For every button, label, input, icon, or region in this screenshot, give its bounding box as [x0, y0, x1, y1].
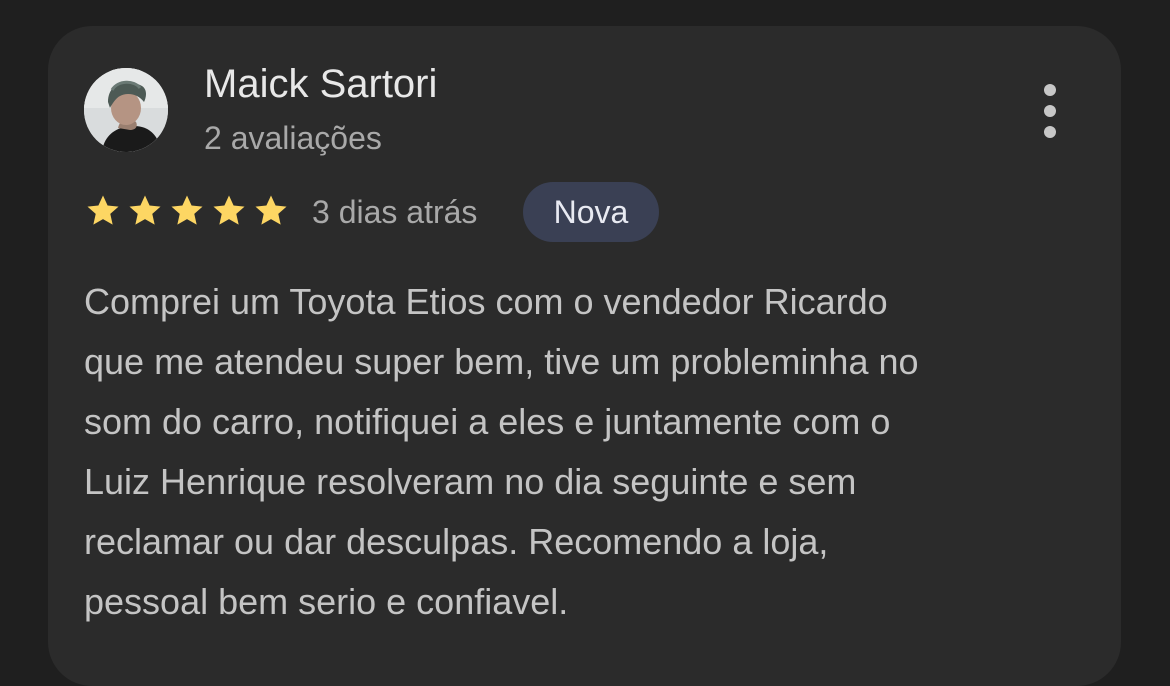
- more-options-button[interactable]: [1026, 80, 1074, 142]
- star-icon: [129, 195, 161, 225]
- star-icon: [213, 195, 245, 225]
- review-date: 3 dias atrás: [312, 194, 478, 230]
- more-vert-icon-dot-2: [1044, 105, 1056, 117]
- star-rating: [84, 192, 290, 230]
- review-text-line: reclamar ou dar desculpas. Recomendo a l…: [84, 521, 829, 562]
- review-text-line: som do carro, notifiquei a eles e juntam…: [84, 401, 891, 442]
- more-vert-icon-dot-3: [1044, 126, 1056, 138]
- star-icon: [255, 195, 287, 225]
- review-text-line: que me atendeu super bem, tive um proble…: [84, 341, 919, 382]
- more-vert-icon: [1044, 84, 1056, 96]
- review-text-line: Luiz Henrique resolveram no dia seguinte…: [84, 461, 857, 502]
- review-text-line: Comprei um Toyota Etios com o vendedor R…: [84, 281, 888, 322]
- author-name[interactable]: Maick Sartori: [204, 60, 437, 108]
- author-review-count: 2 avaliações: [204, 120, 382, 156]
- new-badge: Nova: [523, 182, 659, 242]
- star-icon: [87, 195, 119, 225]
- review-text-line: pessoal bem serio e confiavel.: [84, 581, 569, 622]
- star-icon: [171, 195, 203, 225]
- author-avatar[interactable]: [84, 68, 168, 152]
- avatar-photo: [84, 68, 168, 152]
- review-text: Comprei um Toyota Etios com o vendedor R…: [84, 272, 1094, 632]
